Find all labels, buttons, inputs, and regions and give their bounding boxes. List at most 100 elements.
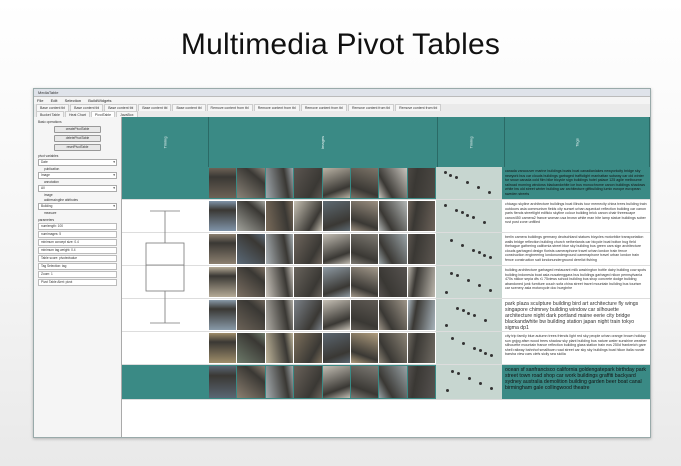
tab-content[interactable]: Remove content from tbl (206, 104, 253, 111)
image-thumbnail[interactable] (322, 234, 350, 264)
column-header[interactable]: Tags (505, 117, 650, 167)
menu-selection[interactable]: Selection (65, 98, 81, 103)
image-thumbnail[interactable] (322, 333, 350, 363)
map-thumbnail[interactable] (436, 332, 502, 364)
image-thumbnail[interactable] (265, 201, 294, 231)
tab-content[interactable]: Base content tbl (138, 104, 172, 111)
table-row[interactable]: ocean sf sanfrancisco california goldeng… (122, 365, 650, 400)
image-thumbnail[interactable] (209, 267, 237, 297)
param-field[interactable]: Zoom: 1 (38, 271, 117, 278)
image-thumbnail[interactable] (407, 267, 435, 297)
image-thumbnail[interactable] (237, 366, 265, 398)
image-thumbnail[interactable] (209, 366, 237, 398)
image-thumbnail[interactable] (237, 300, 265, 330)
image-thumbnail[interactable] (379, 234, 407, 264)
image-thumbnail[interactable] (322, 201, 350, 231)
image-thumbnail[interactable] (265, 234, 294, 264)
image-thumbnail[interactable] (379, 366, 407, 398)
param-field[interactable]: Pivot Table Alert: pivot (38, 279, 117, 286)
delete-pivot-button[interactable]: deletePivotTable (54, 135, 101, 142)
create-pivot-button[interactable]: createPivotTable (54, 126, 101, 133)
tab-content[interactable]: Remove content from tbl (300, 104, 347, 111)
table-row[interactable]: chicago skyline architecture buildings b… (122, 200, 650, 233)
tab-content[interactable]: Remove content from tbl (347, 104, 395, 111)
image-thumbnail[interactable] (265, 366, 294, 398)
image-thumbnail[interactable] (322, 366, 350, 398)
image-thumbnail[interactable] (407, 201, 435, 231)
param-field[interactable]: numimages: 5 (38, 231, 117, 238)
image-thumbnail[interactable] (322, 267, 350, 297)
reset-pivot-button[interactable]: resetPivotTable (54, 144, 101, 151)
menu-buildwidgets[interactable]: BuildWidgets (88, 98, 111, 103)
map-thumbnail[interactable] (436, 233, 502, 265)
image-thumbnail[interactable] (237, 201, 265, 231)
image-thumbnail[interactable] (294, 333, 322, 363)
image-thumbnail[interactable] (379, 333, 407, 363)
param-field[interactable]: Table score: pivotedvalue (38, 255, 117, 262)
map-thumbnail[interactable] (436, 266, 502, 298)
image-thumbnail[interactable] (350, 201, 379, 231)
param-field[interactable]: Tag Selection: tag (38, 263, 117, 270)
param-field[interactable]: minimum concept size: 0.4 (38, 239, 117, 246)
image-thumbnail[interactable] (209, 201, 237, 231)
image-thumbnail[interactable] (407, 234, 435, 264)
image-thumbnail[interactable] (350, 234, 379, 264)
image-thumbnail[interactable] (379, 300, 407, 330)
image-thumbnail[interactable] (265, 300, 294, 330)
tab-content[interactable]: Base content tbl (104, 104, 138, 111)
image-thumbnail[interactable] (322, 168, 350, 198)
pivot-select[interactable]: Image (38, 172, 117, 179)
menu-edit[interactable]: Edit (51, 98, 58, 103)
pivot-select[interactable]: Date (38, 159, 117, 166)
image-thumbnail[interactable] (294, 201, 322, 231)
image-thumbnail[interactable] (265, 267, 294, 297)
image-thumbnail[interactable] (322, 300, 350, 330)
image-thumbnail[interactable] (265, 168, 294, 198)
image-thumbnail[interactable] (237, 234, 265, 264)
map-thumbnail[interactable] (436, 167, 502, 199)
param-field[interactable]: minimum tag weight: 0.4 (38, 247, 117, 254)
image-thumbnail[interactable] (294, 267, 322, 297)
param-field[interactable]: numlength: 100 (38, 223, 117, 230)
image-thumbnail[interactable] (294, 300, 322, 330)
image-thumbnail[interactable] (350, 300, 379, 330)
tab-content[interactable]: Base content tbl (36, 104, 70, 111)
image-thumbnail[interactable] (407, 333, 435, 363)
image-thumbnail[interactable] (209, 234, 237, 264)
column-header[interactable]: Timing (438, 117, 505, 167)
table-row[interactable]: berlin camera buildings germany deutschl… (122, 233, 650, 266)
map-thumbnail[interactable] (436, 200, 502, 232)
map-thumbnail[interactable] (436, 365, 502, 399)
column-header[interactable]: Timing (122, 117, 209, 167)
image-thumbnail[interactable] (379, 267, 407, 297)
image-thumbnail[interactable] (237, 333, 265, 363)
image-thumbnail[interactable] (294, 234, 322, 264)
image-thumbnail[interactable] (407, 168, 435, 198)
table-row[interactable]: canada vancouver marine buildings boats … (122, 167, 650, 200)
image-thumbnail[interactable] (237, 267, 265, 297)
table-row[interactable]: park plaza sculpture building bird art a… (122, 299, 650, 332)
tab-content[interactable]: Base content tbl (172, 104, 206, 111)
image-thumbnail[interactable] (407, 366, 435, 398)
image-thumbnail[interactable] (379, 168, 407, 198)
tab-content[interactable]: Remove content from tbl (395, 104, 442, 111)
image-thumbnail[interactable] (350, 333, 379, 363)
map-thumbnail[interactable] (436, 299, 502, 331)
image-thumbnail[interactable] (209, 300, 237, 330)
image-thumbnail[interactable] (350, 168, 379, 198)
menu-file[interactable]: File (37, 98, 43, 103)
image-thumbnail[interactable] (237, 168, 265, 198)
image-thumbnail[interactable] (379, 201, 407, 231)
table-row[interactable]: city trip family blue autumn trees frien… (122, 332, 650, 365)
tab-content[interactable]: Base content tbl (70, 104, 104, 111)
pivot-select[interactable]: All (38, 185, 117, 192)
pivot-select[interactable]: Building (38, 203, 117, 210)
table-row[interactable]: building architecture garbaged restauran… (122, 266, 650, 299)
column-header[interactable]: Images (209, 117, 438, 167)
image-thumbnail[interactable] (209, 168, 237, 198)
image-thumbnail[interactable] (294, 168, 322, 198)
image-thumbnail[interactable] (294, 366, 322, 398)
image-thumbnail[interactable] (407, 300, 435, 330)
image-thumbnail[interactable] (209, 333, 237, 363)
tab-content[interactable]: Remove content from tbl (253, 104, 300, 111)
